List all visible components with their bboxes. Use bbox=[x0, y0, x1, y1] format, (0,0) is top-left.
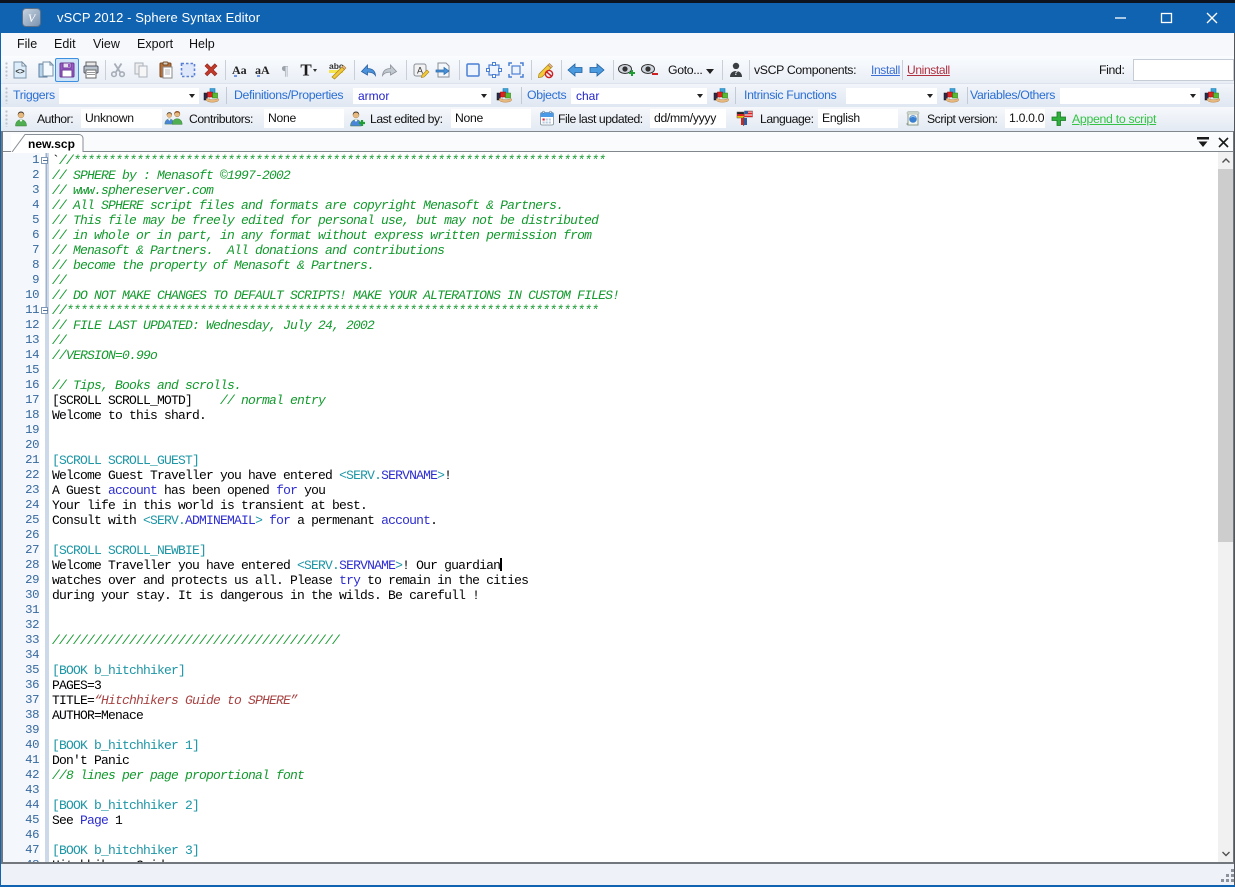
svg-text:A: A bbox=[417, 66, 423, 76]
svg-text:?: ? bbox=[734, 68, 739, 77]
svg-text:¶: ¶ bbox=[282, 64, 289, 79]
svg-text:T: T bbox=[300, 61, 312, 79]
svg-text:<>: <> bbox=[15, 67, 25, 76]
svg-text:Aa: Aa bbox=[232, 63, 247, 77]
svg-text:aA: aA bbox=[255, 63, 270, 77]
